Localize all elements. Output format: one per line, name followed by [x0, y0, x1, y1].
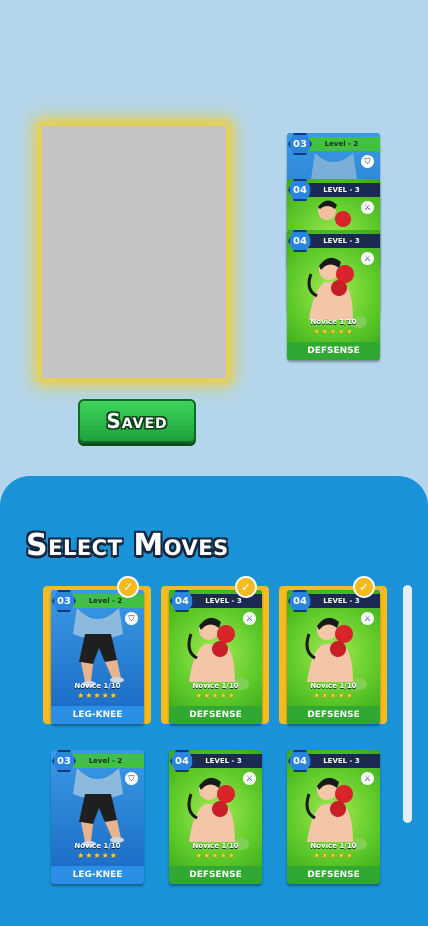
- sword-icon: ⚔: [243, 772, 256, 785]
- rank-label: Novice 1/10: [192, 842, 239, 850]
- move-name: DEFSENSE: [287, 342, 380, 360]
- star-rating: ★★★★★: [195, 691, 236, 700]
- scrollbar[interactable]: [403, 585, 412, 823]
- move-name: DEFSENSE: [287, 866, 380, 884]
- rank-label: Novice 1/10: [192, 682, 239, 690]
- move-card[interactable]: LEVEL - 3 04 ⚔ Novice 1/10 ★★★★★ DEFSENSE: [287, 590, 380, 724]
- star-rating: ★★★★★: [77, 691, 118, 700]
- check-icon: ✓: [235, 576, 257, 598]
- level-number: 04: [293, 184, 307, 196]
- level-number: 04: [175, 755, 189, 767]
- saved-button[interactable]: Saved: [78, 399, 196, 443]
- empty-card-slot[interactable]: [42, 126, 226, 378]
- check-icon: ✓: [353, 576, 375, 598]
- level-number: 04: [293, 235, 307, 247]
- rank-label: Novice 1/10: [310, 842, 357, 850]
- move-card[interactable]: LEVEL - 3 04 ⚔ Novice 1/10 ★★★★★ DEFSENSE: [287, 750, 380, 884]
- rank-label: Novice 1/10: [74, 682, 121, 690]
- move-card[interactable]: Level - 2 03 ⛉ Novice 1/10 ★★★★★ LEG-KNEE: [51, 750, 144, 884]
- star-rating: ★★★★★: [313, 691, 354, 700]
- shield-icon: ⛉: [125, 612, 138, 625]
- level-number: 04: [175, 595, 189, 607]
- move-name: DEFSENSE: [169, 866, 262, 884]
- rank-label: Novice 1/10: [310, 682, 357, 690]
- move-card[interactable]: LEVEL - 3 04 ⚔ Novice 1/10 ★★★★★ DEFSENSE: [169, 590, 262, 724]
- move-name: LEG-KNEE: [51, 866, 144, 884]
- star-rating: ★★★★★: [313, 327, 354, 336]
- deck-card-defsense[interactable]: LEVEL - 3 04 ⚔ Novice 1/10 ★★★★★ DEFSENS…: [287, 230, 380, 360]
- move-name: DEFSENSE: [169, 706, 262, 724]
- move-name: DEFSENSE: [287, 706, 380, 724]
- star-rating: ★★★★★: [195, 851, 236, 860]
- sword-icon: ⚔: [243, 612, 256, 625]
- sword-icon: ⚔: [361, 252, 374, 265]
- level-number: 03: [293, 138, 307, 150]
- shield-icon: ⛉: [361, 155, 374, 168]
- level-number: 03: [57, 595, 71, 607]
- move-card[interactable]: Level - 2 03 ⛉ Novice 1/10 ★★★★★ LEG-KNEE: [51, 590, 144, 724]
- check-icon: ✓: [117, 576, 139, 598]
- star-rating: ★★★★★: [77, 851, 118, 860]
- move-name: LEG-KNEE: [51, 706, 144, 724]
- rank-label: Novice 1/10: [310, 318, 357, 326]
- sword-icon: ⚔: [361, 612, 374, 625]
- move-card[interactable]: LEVEL - 3 04 ⚔ Novice 1/10 ★★★★★ DEFSENSE: [169, 750, 262, 884]
- star-rating: ★★★★★: [313, 851, 354, 860]
- shield-icon: ⛉: [125, 772, 138, 785]
- level-number: 04: [293, 595, 307, 607]
- panel-title: Select Moves: [26, 528, 229, 563]
- rank-label: Novice 1/10: [74, 842, 121, 850]
- sword-icon: ⚔: [361, 772, 374, 785]
- level-number: 03: [57, 755, 71, 767]
- sword-icon: ⚔: [361, 201, 374, 214]
- level-number: 04: [293, 755, 307, 767]
